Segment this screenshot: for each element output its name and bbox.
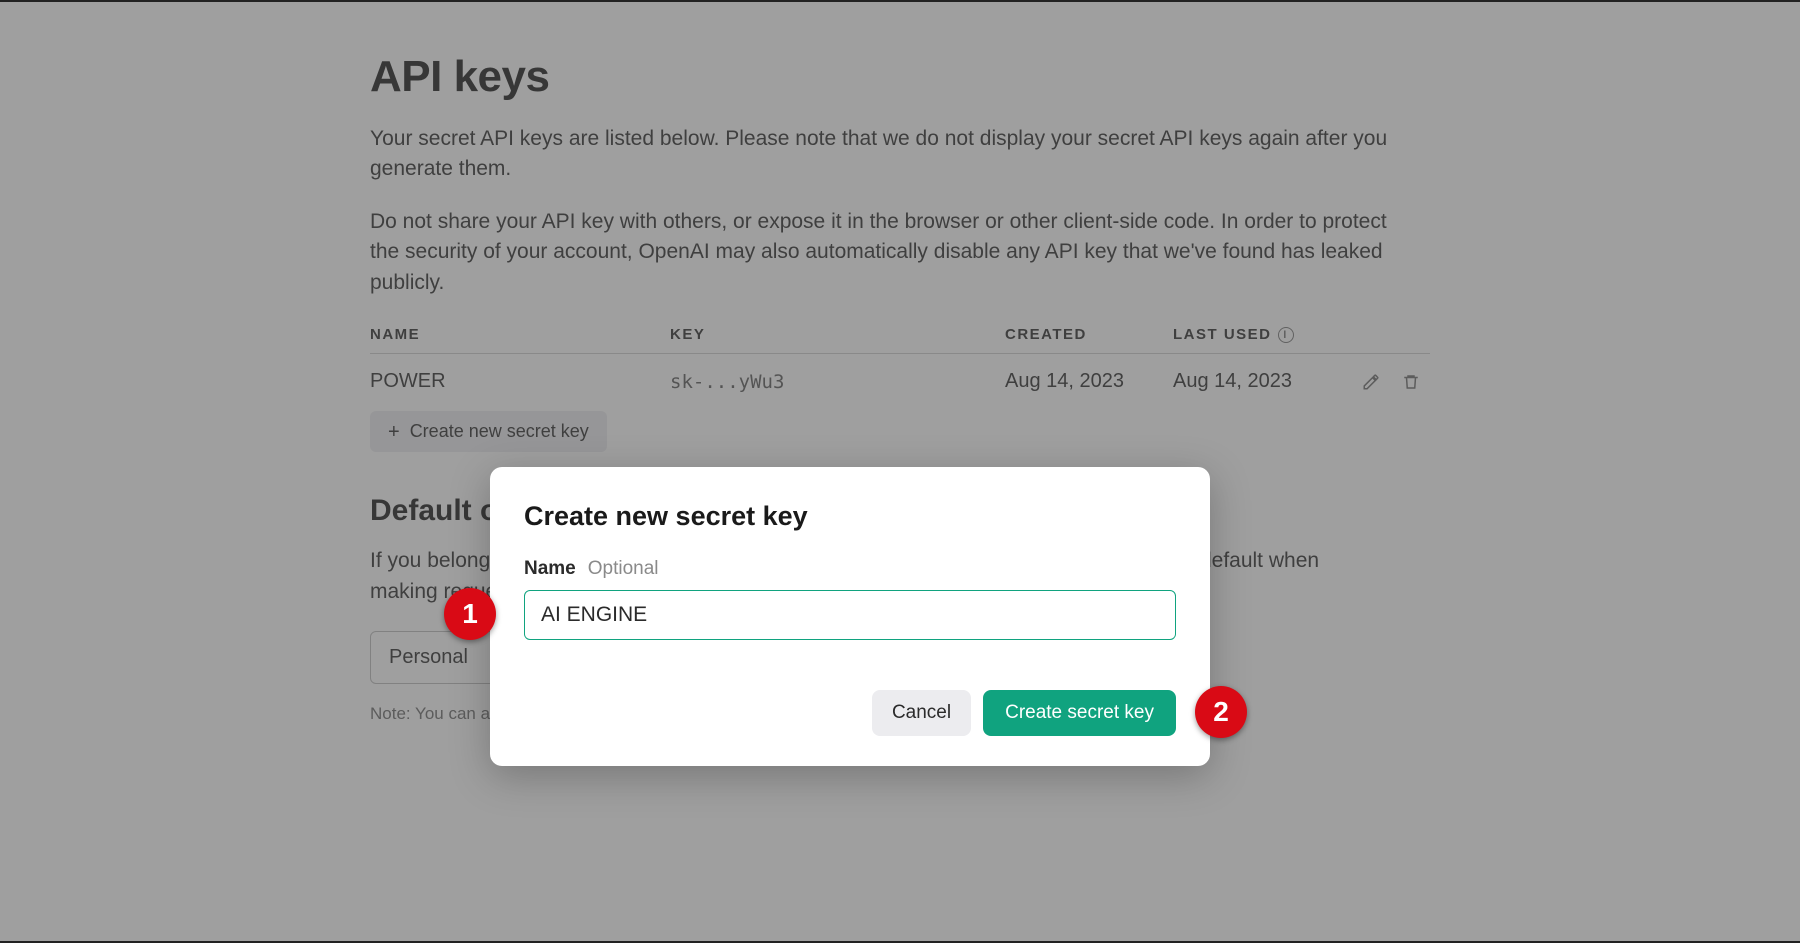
annotation-badge-2: 2	[1195, 686, 1247, 738]
name-field-optional: Optional	[588, 558, 659, 580]
modal-overlay: Create new secret key Name Optional Canc…	[0, 2, 1800, 941]
cancel-button[interactable]: Cancel	[872, 690, 971, 736]
create-secret-key-button[interactable]: Create secret key	[983, 690, 1176, 736]
name-field-label: Name	[524, 558, 576, 580]
create-secret-key-modal: Create new secret key Name Optional Canc…	[490, 467, 1210, 766]
modal-title: Create new secret key	[524, 501, 1176, 532]
annotation-badge-1: 1	[444, 588, 496, 640]
secret-key-name-input[interactable]	[524, 590, 1176, 640]
